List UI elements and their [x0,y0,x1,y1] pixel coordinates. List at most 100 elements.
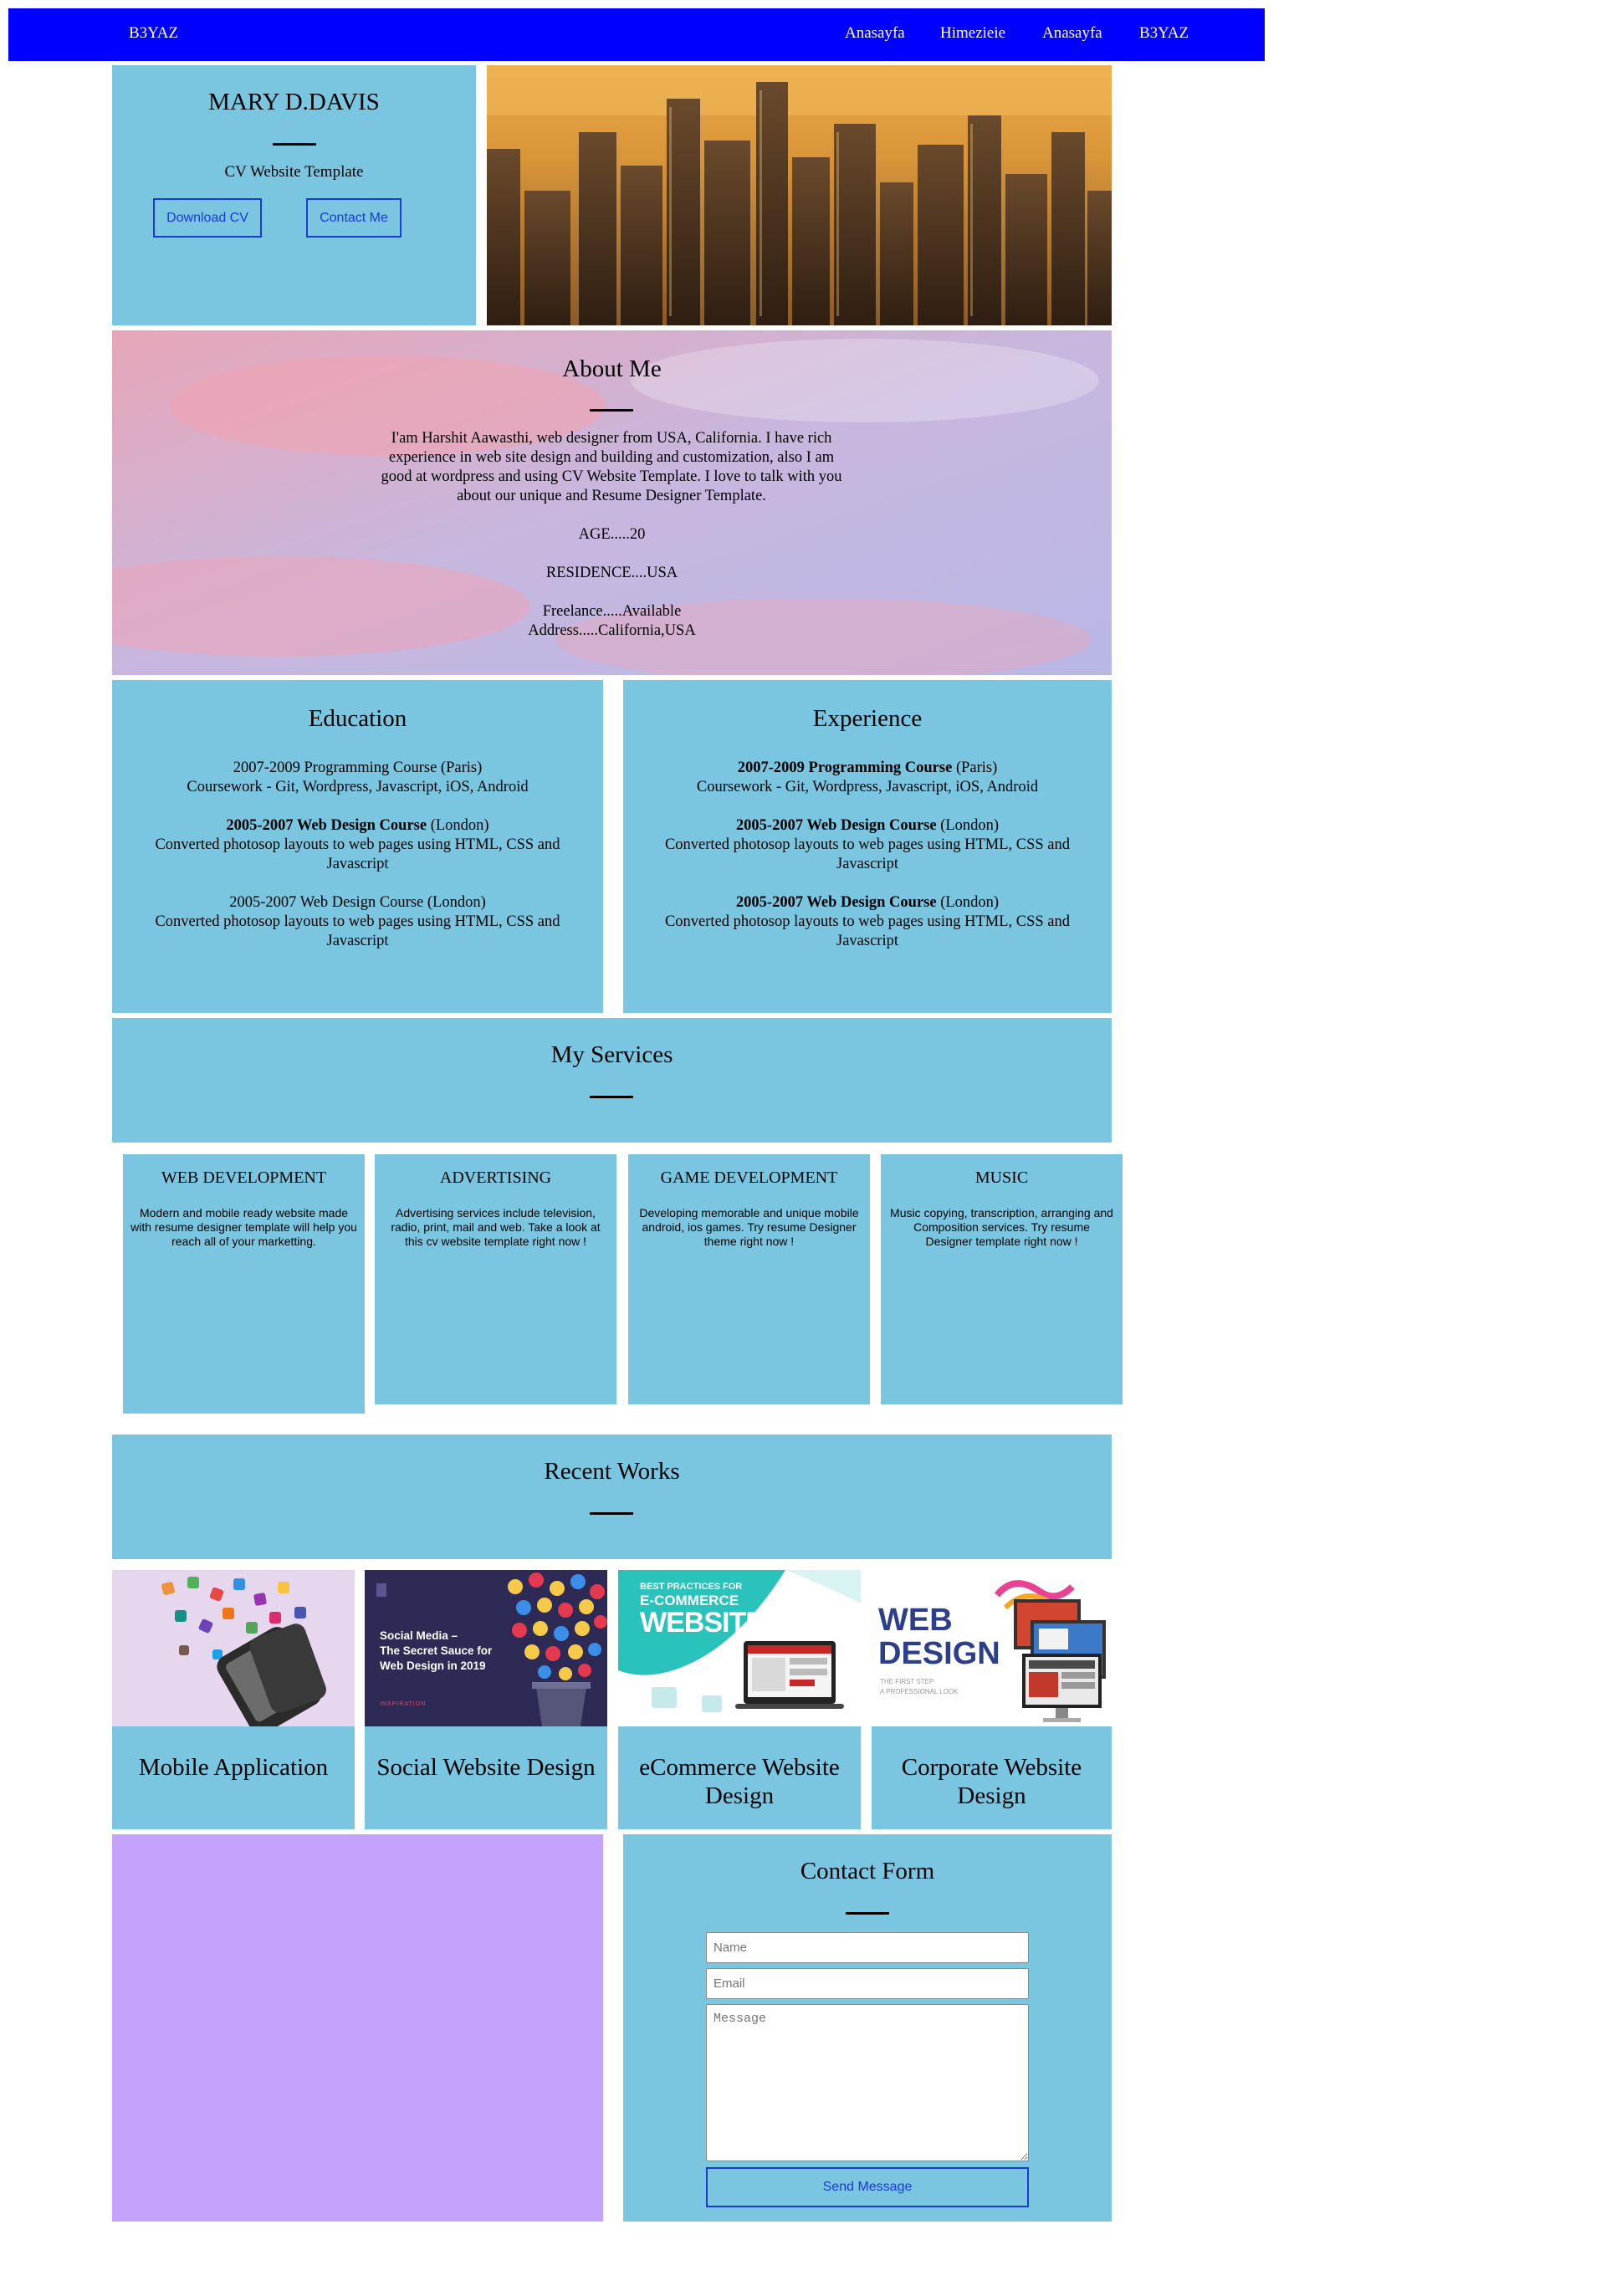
experience-entry-head-rest: (London) [936,817,1000,834]
education-entry: 2005-2007 Web Design Course (London) Con… [129,816,586,874]
service-card-advertising: ADVERTISING Advertising services include… [375,1154,616,1404]
experience-entry-head: 2007-2009 Programming Course (Paris) [640,759,1095,778]
hero-card: MARY D.DAVIS CV Website Template Downloa… [112,65,476,325]
email-input[interactable] [706,1968,1029,1999]
works-header: Recent Works [112,1434,1112,1559]
emoji-cloud-icon [508,1572,607,1726]
experience-entry: 2005-2007 Web Design Course (London) Con… [640,893,1095,951]
service-desc: Modern and mobile ready website made wit… [130,1206,357,1248]
document-icon [376,1583,386,1597]
about-section: About Me I'am Harshit Aawasthi, web desi… [112,330,1112,675]
experience-entry-body: Converted photosop layouts to web pages … [664,913,1071,949]
hero-name: MARY D.DAVIS [208,89,380,115]
nav-link-anasayfa[interactable]: Anasayfa [845,24,905,43]
service-title: WEB DEVELOPMENT [161,1168,327,1187]
education-entry-head: 2007-2009 Programming Course (Paris) [233,759,483,776]
divider [590,409,633,412]
hero-city-image [487,65,1112,325]
service-title: MUSIC [974,1168,1029,1187]
service-desc: Developing memorable and unique mobile a… [639,1206,859,1248]
about-freelance: Freelance.....Available [542,603,682,620]
nav-brand[interactable]: B3YAZ [129,24,178,43]
thumbnail-tag: INSPIRATION [380,1701,427,1707]
work-card-ecommerce[interactable]: eCommerce Website Design [618,1726,861,1829]
work-thumbnail-mobile[interactable] [112,1570,355,1726]
divider [590,1096,633,1098]
experience-card: Experience 2007-2009 Programming Course … [623,680,1112,1013]
work-card-mobile[interactable]: Mobile Application [112,1726,355,1829]
send-message-button[interactable]: Send Message [706,2167,1029,2207]
work-title: Mobile Application [138,1754,329,1781]
experience-entry-head: 2005-2007 Web Design Course (London) [640,893,1095,913]
thumbnail-caption: Social Media – The Secret Sauce for Web … [380,1629,492,1674]
experience-entry-head-rest: (Paris) [952,759,998,776]
experience-entry-body: Converted photosop layouts to web pages … [664,836,1071,872]
contact-form-card: Contact Form Send Message [623,1834,1112,2222]
download-cv-button[interactable]: Download CV [153,198,262,238]
about-address: Address.....California,USA [528,622,696,639]
education-entry-head: 2005-2007 Web Design Course (London) [129,816,586,836]
service-card-music: MUSIC Music copying, transcription, arra… [881,1154,1123,1404]
work-card-social[interactable]: Social Website Design [365,1726,607,1829]
monitor-stack-icon [994,1580,1106,1722]
education-entry-head: 2005-2007 Web Design Course (London) [229,894,486,911]
service-title: ADVERTISING [439,1168,552,1187]
work-thumbnail-ecommerce[interactable]: BEST PRACTICES FOR E-COMMERCE WEBSITE [618,1570,861,1726]
education-entry-head-bold: 2005-2007 Web Design Course [226,817,427,834]
works-title: Recent Works [544,1458,680,1485]
service-desc: Music copying, transcription, arranging … [890,1206,1113,1248]
divider [590,1512,633,1515]
about-title: About Me [562,355,662,382]
service-title: GAME DEVELOPMENT [660,1168,838,1187]
service-card-web-development: WEB DEVELOPMENT Modern and mobile ready … [123,1154,365,1414]
experience-entry-head-rest: (London) [936,894,1000,911]
education-title: Education [308,705,407,732]
thumbnail-subcaption: THE FIRST STEP A PROFESSIONAL LOOK [880,1677,959,1697]
experience-entry-head-bold: 2007-2009 Programming Course [737,759,953,776]
experience-entry-head-bold: 2005-2007 Web Design Course [735,817,937,834]
education-card: Education 2007-2009 Programming Course (… [112,680,603,1013]
education-entry-body: Converted photosop layouts to web pages … [155,836,560,872]
work-title: eCommerce Website Design [639,1754,840,1809]
nav-link-b3yaz[interactable]: B3YAZ [1139,24,1189,43]
education-entry-body: Converted photosop layouts to web pages … [155,913,560,949]
thumbnail-caption-line: Social Media – [380,1629,458,1642]
education-entry: 2005-2007 Web Design Course (London) Con… [129,893,586,951]
work-thumbnail-social[interactable]: Social Media – The Secret Sauce for Web … [365,1570,607,1726]
services-header: My Services [112,1018,1112,1143]
contact-me-button[interactable]: Contact Me [306,198,402,238]
education-entry-head-rest: (London) [427,817,489,834]
service-card-game-development: GAME DEVELOPMENT Developing memorable an… [628,1154,870,1404]
experience-entry: 2007-2009 Programming Course (Paris) Cou… [640,759,1095,797]
work-thumbnail-corporate[interactable]: WEB DESIGN THE FIRST STEP A PROFESSIONAL… [872,1570,1112,1726]
services-title: My Services [550,1041,673,1068]
navbar: B3YAZ Anasayfa Himezieie Anasayfa B3YAZ [8,8,1265,61]
experience-entry-head-bold: 2005-2007 Web Design Course [735,894,937,911]
experience-entry-body: Coursework - Git, Wordpress, Javascript,… [696,779,1039,795]
nav-link-anasayfa-2[interactable]: Anasayfa [1042,24,1102,43]
name-input[interactable] [706,1932,1029,1963]
service-desc: Advertising services include television,… [391,1206,601,1248]
work-card-corporate[interactable]: Corporate Website Design [872,1726,1112,1829]
contact-title: Contact Form [800,1858,935,1884]
hero-subtitle: CV Website Template [224,163,364,181]
thumbnail-caption-line: THE FIRST STEP [880,1678,934,1685]
about-bio: I'am Harshit Aawasthi, web designer from… [381,430,842,504]
thumbnail-caption-line: WEBSITE [640,1607,765,1639]
message-textarea[interactable] [706,2004,1029,2161]
divider [846,1912,889,1915]
nav-link-himezieie[interactable]: Himezieie [940,24,1005,43]
thumbnail-caption-line: The Secret Sauce for [380,1644,493,1657]
experience-entry: 2005-2007 Web Design Course (London) Con… [640,816,1095,874]
work-title: Social Website Design [376,1754,596,1781]
work-title: Corporate Website Design [901,1754,1082,1809]
purple-placeholder-block [112,1834,603,2222]
education-entry: 2007-2009 Programming Course (Paris) Cou… [129,759,586,797]
education-entry-body: Coursework - Git, Wordpress, Javascript,… [187,779,529,795]
thumbnail-caption-line: Web Design in 2019 [380,1659,486,1672]
thumbnail-caption-line: BEST PRACTICES FOR [640,1582,743,1592]
about-age: AGE.....20 [578,526,646,543]
divider [273,143,316,146]
about-residence: RESIDENCE....USA [545,565,678,581]
thumbnail-caption-line: A PROFESSIONAL LOOK [880,1688,959,1695]
